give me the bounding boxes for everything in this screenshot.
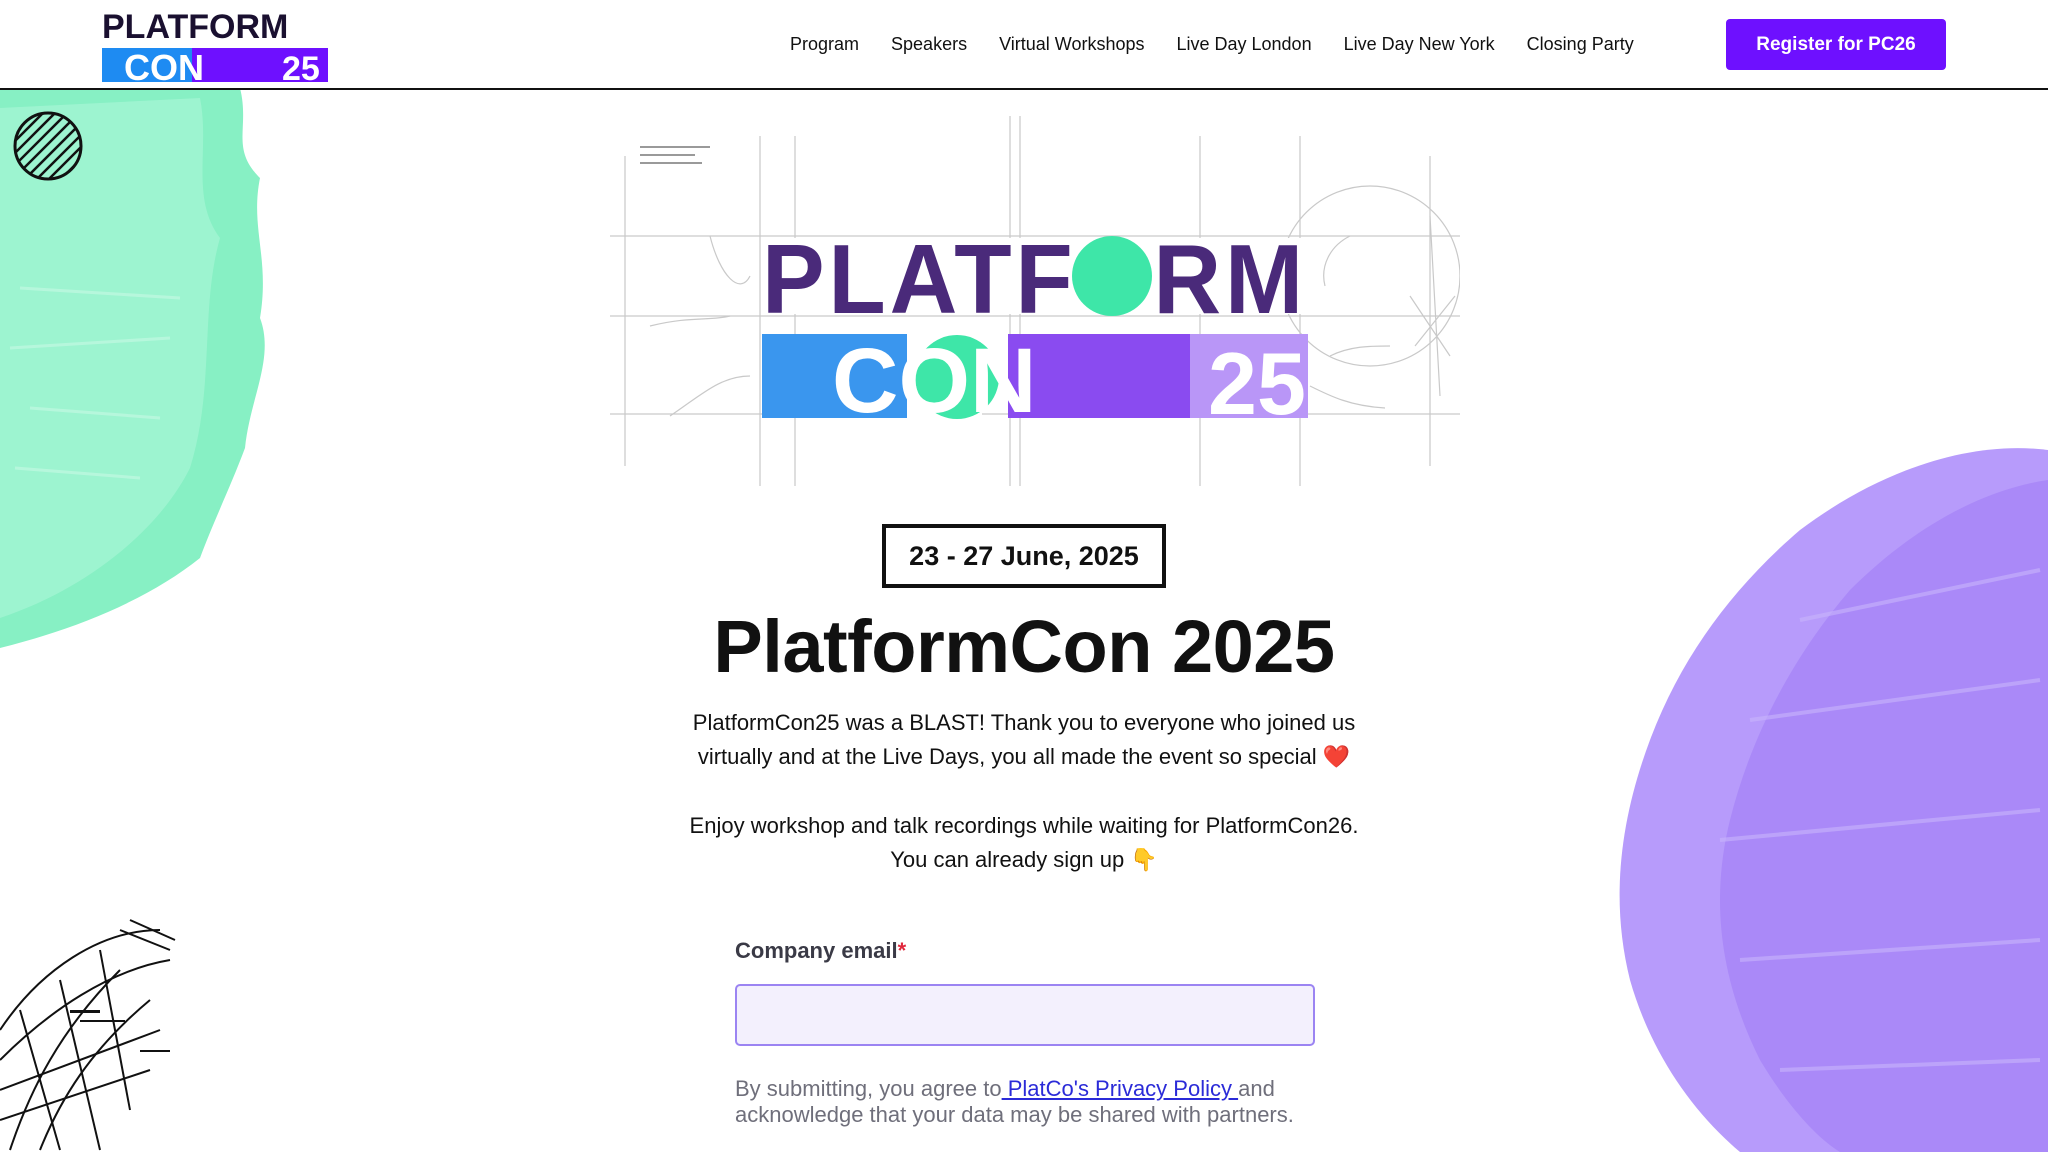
- thank-you-paragraph: PlatformCon25 was a BLAST! Thank you to …: [560, 706, 1488, 774]
- nav-virtual-workshops[interactable]: Virtual Workshops: [999, 34, 1144, 55]
- svg-text:25: 25: [282, 50, 320, 84]
- signup-line-1: Enjoy workshop and talk recordings while…: [689, 813, 1359, 838]
- nav-program[interactable]: Program: [790, 34, 859, 55]
- svg-text:25: 25: [1208, 334, 1306, 433]
- hatched-circle-icon: [13, 111, 83, 181]
- nav-closing-party[interactable]: Closing Party: [1527, 34, 1634, 55]
- svg-text:PLATFORM: PLATFORM: [102, 8, 288, 46]
- privacy-disclaimer: By submitting, you agree to PlatCo's Pri…: [735, 1076, 1315, 1128]
- purple-paint-brush-blob: [1619, 448, 2048, 1152]
- disclaimer-prefix: By submitting, you agree to: [735, 1076, 1002, 1101]
- platformcon-logo[interactable]: PLATFORM CON 25: [102, 6, 328, 84]
- email-label-text: Company email: [735, 938, 898, 963]
- main-nav: Program Speakers Virtual Workshops Live …: [790, 0, 1666, 88]
- nav-live-day-new-york[interactable]: Live Day New York: [1344, 34, 1495, 55]
- nav-speakers[interactable]: Speakers: [891, 34, 967, 55]
- event-date-badge: 23 - 27 June, 2025: [882, 524, 1166, 588]
- svg-text:CON: CON: [124, 47, 204, 84]
- svg-text:PLATFORM: PLATFORM: [762, 224, 1307, 334]
- signup-paragraph: Enjoy workshop and talk recordings while…: [560, 809, 1488, 877]
- privacy-policy-link[interactable]: PlatCo's Privacy Policy: [1002, 1076, 1239, 1101]
- nav-live-day-london[interactable]: Live Day London: [1176, 34, 1311, 55]
- company-email-input[interactable]: [735, 984, 1315, 1046]
- signup-line-2: You can already sign up 👇: [890, 847, 1158, 872]
- sketch-drawing-icon: [0, 919, 176, 1151]
- site-header: PLATFORM CON 25 Program Speakers Virtual…: [0, 0, 2048, 90]
- register-button[interactable]: Register for PC26: [1726, 19, 1946, 70]
- thank-you-line-1: PlatformCon25 was a BLAST! Thank you to …: [692, 710, 1356, 735]
- svg-text:CON: CON: [832, 330, 1036, 432]
- email-label: Company email*: [735, 938, 906, 964]
- page-title: PlatformCon 2025: [713, 605, 1335, 688]
- thank-you-line-2: virtually and at the Live Days, you all …: [697, 744, 1351, 769]
- required-mark: *: [897, 938, 907, 963]
- hero-logo-artwork: PLATFORM CON 25: [610, 116, 1460, 486]
